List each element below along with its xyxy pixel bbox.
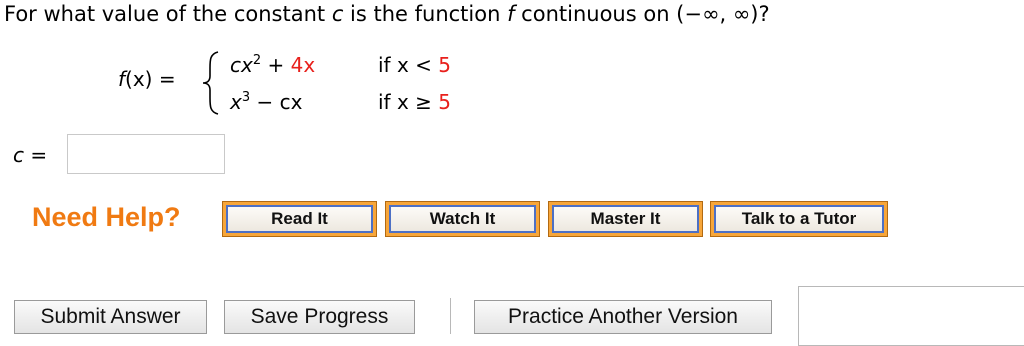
watch-it-label: Watch It: [389, 205, 536, 233]
side-panel-box: [798, 286, 1024, 346]
piece2-x: x: [230, 90, 242, 114]
talk-to-tutor-label: Talk to a Tutor: [714, 205, 884, 233]
read-it-label: Read It: [226, 205, 373, 233]
save-progress-button[interactable]: Save Progress: [224, 300, 415, 334]
answer-label-var: c: [13, 143, 24, 167]
piece2-exponent: 3: [241, 90, 251, 105]
function-lhs: f(x) =: [118, 67, 176, 91]
piece2-minus-cx: − cx: [250, 90, 303, 114]
watch-it-button[interactable]: Watch It: [385, 201, 540, 237]
question-var-c: c: [331, 2, 344, 26]
need-help-heading: Need Help?: [32, 202, 181, 232]
piece1-expression: cx2 + 4x: [230, 53, 315, 77]
answer-label: c =: [13, 143, 47, 167]
question-text: For what value of the constant c is the …: [4, 2, 770, 26]
piece1-plus: +: [261, 53, 291, 77]
piece2-condition: if x ≥ 5: [378, 90, 451, 114]
question-prefix: For what value of the constant: [4, 2, 332, 26]
piece1-cx: cx: [230, 53, 253, 77]
piece1-condition: if x < 5: [378, 53, 451, 77]
piece2-expression: x3 − cx: [230, 90, 302, 114]
question-middle: is the function: [343, 2, 508, 26]
talk-to-tutor-button[interactable]: Talk to a Tutor: [710, 201, 888, 237]
answer-input[interactable]: [67, 134, 225, 174]
piece1-exponent: 2: [252, 53, 262, 68]
master-it-button[interactable]: Master It: [548, 201, 703, 237]
question-var-f: f: [507, 2, 515, 26]
piece1-cond-text: if x <: [378, 53, 439, 77]
function-lhs-rest: (x) =: [125, 67, 176, 91]
practice-another-version-button[interactable]: Practice Another Version: [474, 300, 772, 334]
answer-label-eq: =: [24, 143, 48, 167]
divider: [450, 298, 451, 334]
left-brace-icon: [202, 51, 219, 115]
submit-answer-button[interactable]: Submit Answer: [14, 300, 207, 334]
piece1-term: 4x: [290, 53, 316, 77]
piece2-cond-text: if x ≥: [378, 90, 439, 114]
piece2-cond-value: 5: [438, 90, 451, 114]
function-name: f: [118, 67, 126, 91]
question-suffix: continuous on (−∞, ∞)?: [514, 2, 770, 26]
read-it-button[interactable]: Read It: [222, 201, 377, 237]
piece1-cond-value: 5: [438, 53, 451, 77]
master-it-label: Master It: [552, 205, 699, 233]
